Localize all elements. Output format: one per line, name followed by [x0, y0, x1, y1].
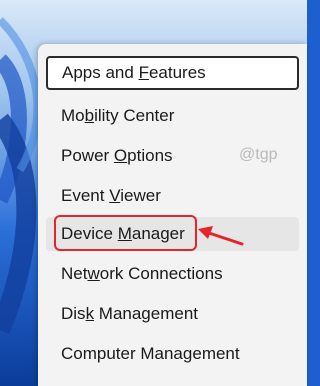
menu-item-label: eatures: [148, 63, 206, 82]
access-key: g: [182, 344, 193, 363]
pointer-arrow-icon: [198, 226, 244, 246]
access-key: k: [85, 304, 95, 323]
menu-item-label: Power: [61, 146, 114, 165]
menu-item-label: Dis: [61, 304, 86, 323]
menu-item-computer-management[interactable]: Computer Management: [46, 337, 299, 371]
watermark: @tgp: [239, 146, 278, 163]
menu-item-apps-and-features[interactable]: Apps and Features: [46, 56, 299, 90]
access-key: w: [87, 264, 100, 283]
menu-item-label: ility Center: [94, 106, 175, 125]
menu-item-label: Apps and: [62, 63, 139, 82]
menu-item-label: Event: [61, 186, 110, 205]
menu-item-label: Mo: [61, 106, 85, 125]
menu-item-network-connections[interactable]: Network Connections: [46, 257, 299, 291]
menu-item-label: Management: [94, 304, 199, 323]
quick-link-menu: Apps and Features Mobility Center Power …: [38, 44, 307, 386]
menu-item-mobility-center[interactable]: Mobility Center: [46, 99, 299, 133]
menu-item-label: Net: [61, 264, 88, 283]
menu-item-label: Computer Mana: [61, 344, 183, 363]
menu-item-disk-management[interactable]: Disk Management: [46, 297, 299, 331]
menu-item-event-viewer[interactable]: Event Viewer: [46, 179, 299, 213]
access-key: b: [84, 106, 95, 125]
menu-item-label: ptions: [127, 146, 173, 165]
menu-item-label: ement: [192, 344, 240, 363]
access-key: O: [113, 146, 128, 165]
highlight-box: [54, 215, 197, 251]
menu-item-label: iewer: [120, 186, 161, 205]
access-key: F: [138, 63, 149, 82]
access-key: V: [109, 186, 121, 205]
menu-item-label: ork Connections: [99, 264, 223, 283]
